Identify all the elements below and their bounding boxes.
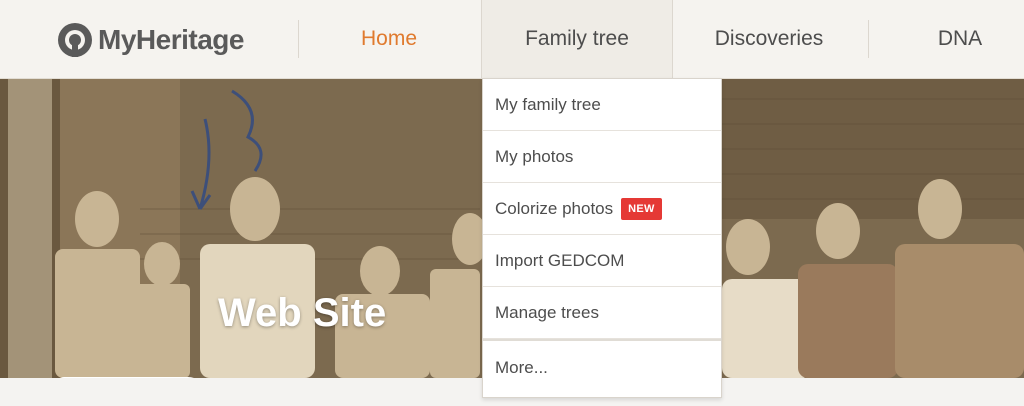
menu-item-label: Colorize photos [495, 198, 614, 218]
menu-item-label: Manage trees [495, 302, 599, 322]
new-badge: NEW [621, 197, 662, 220]
myheritage-logo-icon [58, 23, 92, 57]
nav-discoveries[interactable]: Discoveries [690, 0, 848, 78]
menu-item-my-family-tree[interactable]: My family tree [483, 79, 721, 131]
menu-item-import-gedcom[interactable]: Import GEDCOM [483, 235, 721, 287]
menu-item-more[interactable]: More... [483, 339, 721, 395]
menu-item-label: Import GEDCOM [495, 250, 625, 270]
menu-item-my-photos[interactable]: My photos [483, 131, 721, 183]
nav-divider [298, 20, 299, 58]
menu-item-label: My family tree [495, 94, 601, 114]
top-navigation-bar: MyHeritage Home Family tree Discoveries … [0, 0, 1024, 79]
menu-item-manage-trees[interactable]: Manage trees [483, 287, 721, 339]
menu-item-colorize-photos[interactable]: Colorize photos NEW [483, 183, 721, 235]
myheritage-logo[interactable]: MyHeritage [56, 20, 244, 60]
logo-text: MyHeritage [98, 24, 244, 55]
site-title: Web Site [218, 291, 387, 335]
nav-dna[interactable]: DNA [910, 0, 1010, 78]
menu-item-label: More... [495, 358, 548, 377]
menu-item-label: My photos [495, 146, 574, 166]
family-tree-dropdown-menu: My family tree My photos Colorize photos… [482, 78, 722, 398]
nav-divider [868, 20, 869, 58]
nav-home[interactable]: Home [330, 0, 448, 78]
nav-family-tree[interactable]: Family tree [481, 0, 673, 78]
